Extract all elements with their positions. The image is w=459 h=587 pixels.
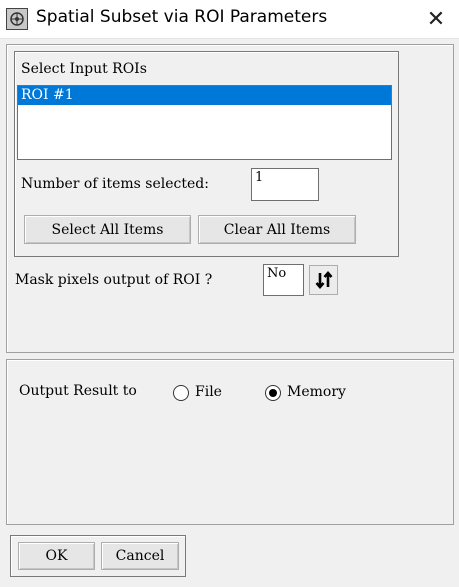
clear-all-items-button[interactable]: Clear All Items	[198, 215, 356, 244]
file-radio-label[interactable]: File	[195, 384, 222, 400]
roi-list[interactable]: ROI #1	[17, 85, 392, 160]
up-down-arrows-icon	[315, 271, 332, 289]
mask-value-field[interactable]: No	[263, 264, 304, 296]
memory-radio-label[interactable]: Memory	[287, 384, 346, 400]
list-item-roi-1[interactable]: ROI #1	[18, 86, 391, 105]
title-bar: Spatial Subset via ROI Parameters ✕	[0, 0, 459, 39]
file-radio[interactable]	[173, 385, 189, 401]
app-icon	[6, 8, 28, 30]
cancel-button[interactable]: Cancel	[101, 542, 179, 570]
radio-selected-dot	[269, 389, 277, 397]
select-input-rois-label: Select Input ROIs	[21, 61, 147, 77]
mask-toggle-button[interactable]	[309, 265, 338, 295]
items-selected-count[interactable]: 1	[251, 168, 319, 201]
items-selected-label: Number of items selected:	[21, 176, 209, 192]
memory-radio[interactable]	[265, 385, 281, 401]
output-result-label: Output Result to	[19, 383, 137, 399]
select-all-items-button[interactable]: Select All Items	[24, 215, 191, 244]
window-title: Spatial Subset via ROI Parameters	[36, 7, 328, 27]
ok-button[interactable]: OK	[18, 542, 95, 570]
close-icon: ✕	[426, 6, 446, 32]
close-button[interactable]: ✕	[413, 0, 459, 38]
mask-pixels-label: Mask pixels output of ROI ?	[15, 272, 213, 288]
